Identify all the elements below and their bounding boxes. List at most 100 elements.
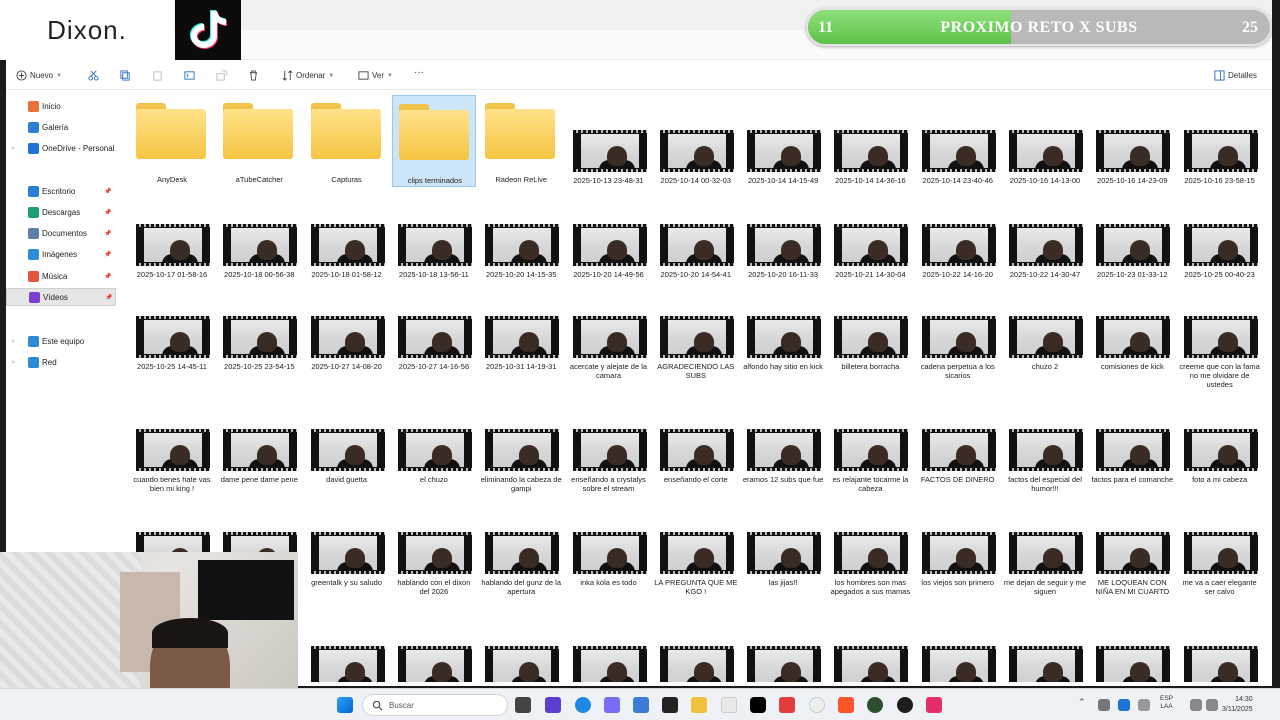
tray-chevron-icon[interactable]: ⌃	[1078, 697, 1086, 708]
more-options-button[interactable]: ···	[414, 67, 424, 78]
video-file-item[interactable]: factos del especial del humor!!!	[1003, 423, 1087, 519]
video-file-item[interactable]: LA PREGUNTA QUE ME KGO !	[654, 526, 738, 622]
folder-item[interactable]: aTubeCatcher	[217, 95, 301, 187]
video-file-item[interactable]: enseñando a crystalys sobre el stream	[567, 423, 651, 519]
itunes-icon[interactable]	[721, 697, 737, 713]
video-file-item[interactable]: 2025-10-16 14-13-00	[1003, 92, 1087, 188]
language-indicator[interactable]: ESP LAA	[1160, 695, 1173, 711]
video-file-item[interactable]: 2025-10-25 00-40-23	[1178, 218, 1262, 314]
video-file-item[interactable]: 2025-10-16 23-58-15	[1178, 92, 1262, 188]
video-file-item[interactable]: me dejan de seguir y me siguen	[1003, 526, 1087, 622]
video-file-item[interactable]: los hombres son mas apegados a sus mamas	[828, 526, 912, 622]
sort-button[interactable]: Ordenar ▼	[282, 70, 334, 81]
video-file-item[interactable]: 2025-10-23 01-33-12	[1090, 218, 1174, 314]
video-file-item[interactable]: alfondo hay sitio en kick	[741, 310, 825, 406]
copilot-icon[interactable]	[604, 697, 620, 713]
start-button[interactable]	[337, 697, 353, 713]
copy-button[interactable]	[120, 70, 131, 81]
volume-icon[interactable]	[1206, 699, 1218, 711]
display-icon[interactable]	[1190, 699, 1202, 711]
video-file-item[interactable]: eramos 12 subs que fue	[741, 423, 825, 519]
video-file-item[interactable]: hablando del gunz de la apertura	[479, 526, 563, 622]
sidebar-item-documentos[interactable]: Documentos 📌	[6, 224, 116, 242]
video-file-item[interactable]: 2025-10-21 14-30-04	[828, 218, 912, 314]
video-file-item[interactable]	[392, 640, 476, 682]
rename-button[interactable]	[184, 70, 195, 81]
expand-chevron-icon[interactable]: ›	[12, 359, 14, 366]
task-view-icon[interactable]	[515, 697, 531, 713]
video-file-item[interactable]: cuando tienes hate vas bien mi king !	[130, 423, 214, 519]
video-file-item[interactable]: factos para el comanche	[1090, 423, 1174, 519]
folder-item[interactable]: AnyDesk	[130, 95, 214, 187]
video-file-item[interactable]: 2025-10-18 13-56-11	[392, 218, 476, 314]
video-file-item[interactable]	[1178, 640, 1262, 682]
sidebar-item-música[interactable]: Música 📌	[6, 267, 116, 285]
video-file-item[interactable]: 2025-10-27 14-08-20	[305, 310, 389, 406]
video-file-item[interactable]: greentalk y su saludo	[305, 526, 389, 622]
brave-icon[interactable]	[838, 697, 854, 713]
video-file-item[interactable]: es relajante tocarme la cabeza	[828, 423, 912, 519]
video-file-item[interactable]	[1090, 640, 1174, 682]
search-box[interactable]: Buscar	[362, 694, 508, 716]
expand-chevron-icon[interactable]: ›	[12, 338, 14, 345]
video-file-item[interactable]: 2025-10-20 14-49-56	[567, 218, 651, 314]
video-file-item[interactable]: 2025-10-16 14-23-09	[1090, 92, 1174, 188]
video-file-item[interactable]: acercate y alejate de la camara	[567, 310, 651, 406]
video-file-item[interactable]	[479, 640, 563, 682]
sidebar-item-inicio[interactable]: Inicio	[6, 97, 116, 115]
app-icon-pink[interactable]	[926, 697, 942, 713]
folder-item[interactable]: clips terminados	[391, 95, 476, 187]
video-file-item[interactable]	[741, 640, 825, 682]
video-file-item[interactable]: foto a mi cabeza	[1178, 423, 1262, 519]
video-file-item[interactable]: FACTOS DE DINERO	[916, 423, 1000, 519]
view-button[interactable]: Ver ▼	[358, 70, 393, 81]
tray-icon-2[interactable]	[1118, 699, 1130, 711]
video-file-item[interactable]	[1003, 640, 1087, 682]
tray-icon-1[interactable]	[1098, 699, 1110, 711]
sidebar-item-onedrive-personal[interactable]: › OneDrive - Personal	[6, 139, 116, 157]
video-file-item[interactable]: 2025-10-14 23-40-46	[916, 92, 1000, 188]
video-file-item[interactable]: eliminando la cabeza de gampi	[479, 423, 563, 519]
paste-button[interactable]	[152, 70, 163, 81]
sidebar-item-red[interactable]: › Red	[6, 353, 116, 371]
microphone-icon[interactable]	[1138, 699, 1150, 711]
video-file-item[interactable]	[916, 640, 1000, 682]
folder-item[interactable]: Capturas	[305, 95, 389, 187]
xbox-icon[interactable]	[867, 697, 883, 713]
sidebar-item-escritorio[interactable]: Escritorio 📌	[6, 182, 116, 200]
video-file-item[interactable]: 2025-10-31 14-19-31	[479, 310, 563, 406]
video-file-item[interactable]: me va a caer elegante ser calvo	[1178, 526, 1262, 622]
video-file-item[interactable]: 2025-10-20 14-15-35	[479, 218, 563, 314]
capcut-icon[interactable]	[662, 697, 678, 713]
details-button[interactable]: Detalles	[1214, 70, 1257, 81]
clock[interactable]: 14:30 3/11/2025	[1222, 695, 1253, 715]
video-file-item[interactable]: comisiones de kick	[1090, 310, 1174, 406]
video-file-item[interactable]: dame pene dame pene	[217, 423, 301, 519]
video-file-item[interactable]: creeme que con la fama no me olvidare de…	[1178, 310, 1262, 406]
app-icon-t[interactable]	[779, 697, 795, 713]
video-file-item[interactable]: 2025-10-22 14-30-47	[1003, 218, 1087, 314]
app-icon-1[interactable]	[545, 697, 561, 713]
video-file-item[interactable]: hablando con el dixon del 2026	[392, 526, 476, 622]
video-file-item[interactable]: chuzo 2	[1003, 310, 1087, 406]
video-file-item[interactable]: 2025-10-20 16-11-33	[741, 218, 825, 314]
video-file-item[interactable]: 2025-10-25 14-45-11	[130, 310, 214, 406]
video-file-item[interactable]: 2025-10-13 23-48-31	[567, 92, 651, 188]
sidebar-item-imágenes[interactable]: Imágenes 📌	[6, 245, 116, 263]
video-file-item[interactable]	[305, 640, 389, 682]
new-button[interactable]: Nuevo ▼	[16, 70, 62, 81]
folder-item[interactable]: Radeon ReLive	[479, 95, 563, 187]
video-file-item[interactable]: inka kola es todo	[567, 526, 651, 622]
delete-button[interactable]	[248, 70, 259, 81]
expand-chevron-icon[interactable]: ›	[12, 145, 14, 152]
sidebar-item-descargas[interactable]: Descargas 📌	[6, 203, 116, 221]
video-file-item[interactable]: 2025-10-17 01-58-16	[130, 218, 214, 314]
obs-icon[interactable]	[897, 697, 913, 713]
share-button[interactable]	[216, 70, 227, 81]
video-file-item[interactable]: ME LOQUEAN CON NIÑA EN MI CUARTO	[1090, 526, 1174, 622]
video-file-item[interactable]: 2025-10-20 14-54-41	[654, 218, 738, 314]
video-file-item[interactable]: 2025-10-14 14-15-49	[741, 92, 825, 188]
video-file-item[interactable]	[567, 640, 651, 682]
mail-icon[interactable]	[633, 697, 649, 713]
video-file-item[interactable]: cadena perpetua a los sicarios	[916, 310, 1000, 406]
